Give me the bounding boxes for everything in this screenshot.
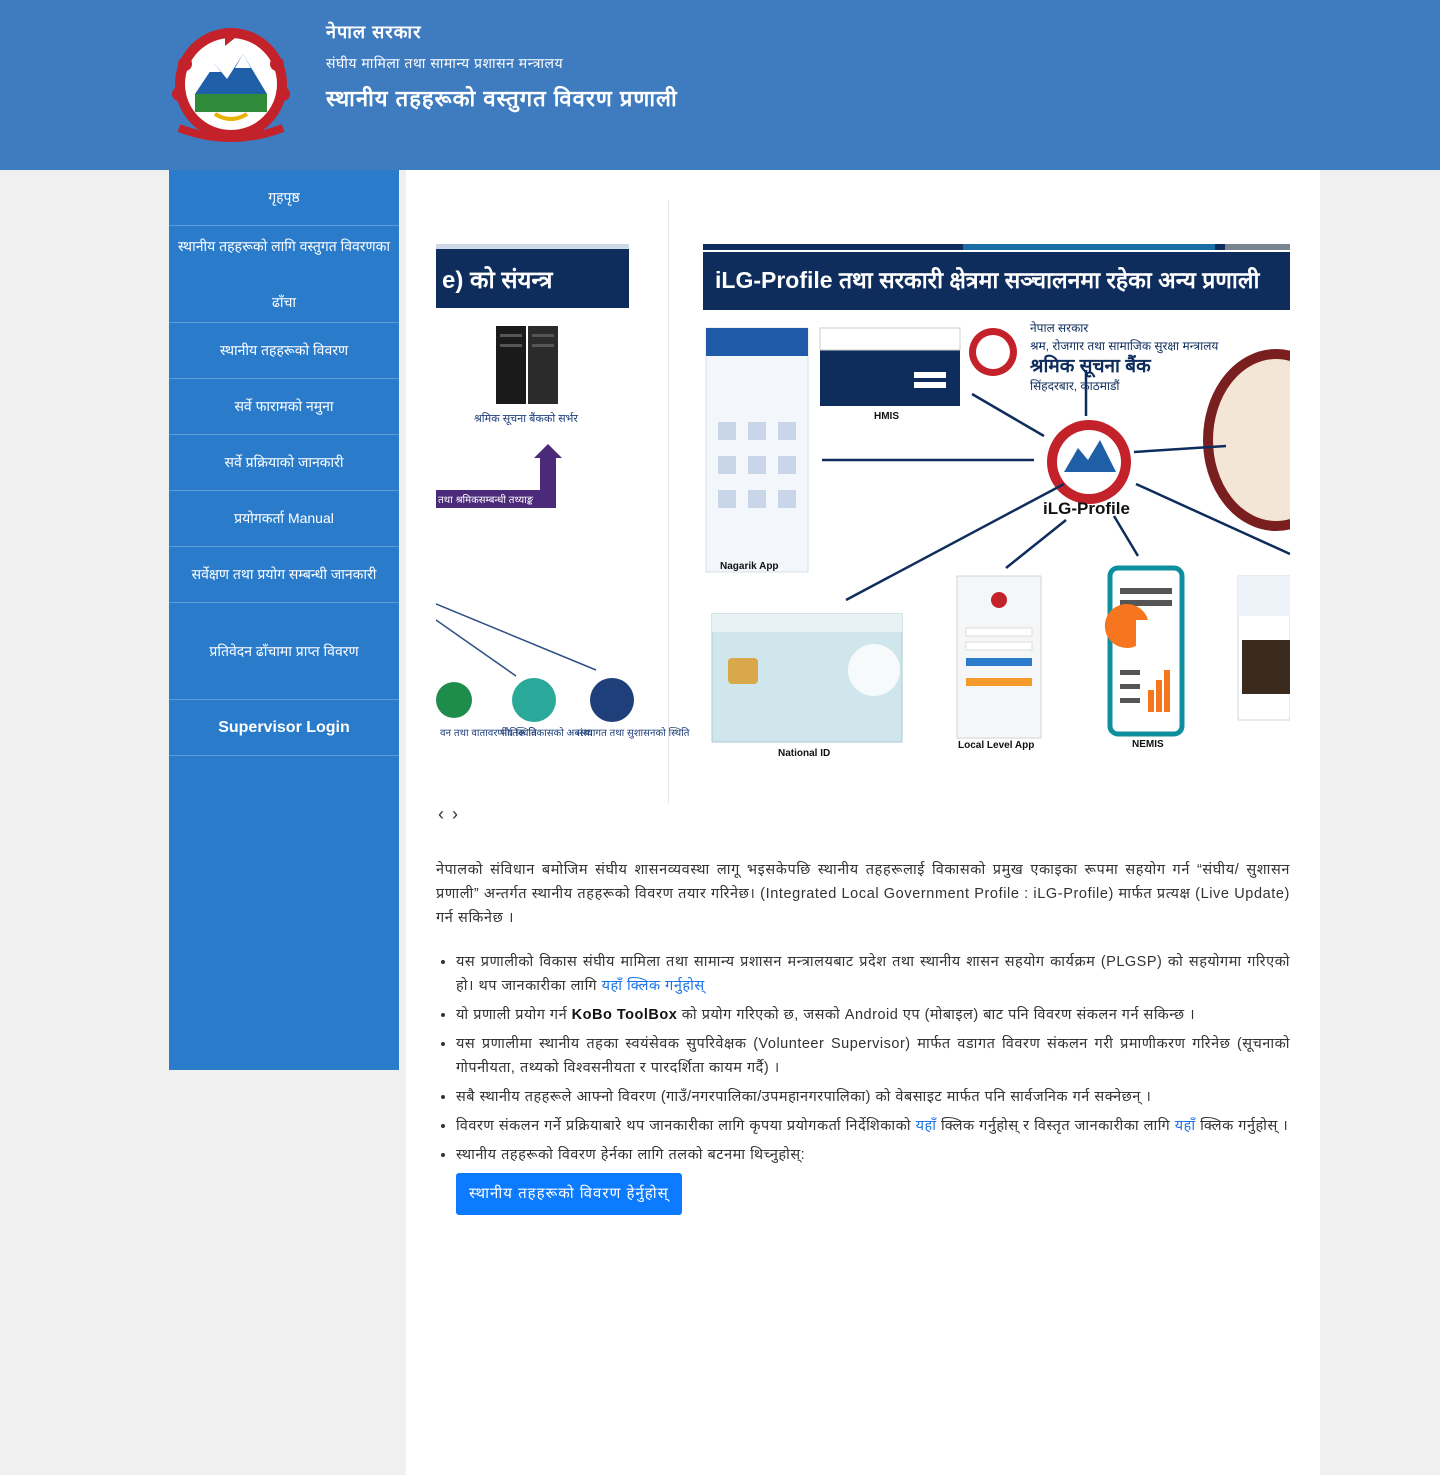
sidebar-item-survey-process[interactable]: सर्वे प्रक्रियाको जानकारी — [169, 435, 399, 491]
sidebar-item-report-details[interactable]: प्रतिवेदन ढाँचामा प्राप्त विवरण — [169, 603, 399, 700]
carousel-prev-icon[interactable]: ‹ — [438, 804, 444, 824]
node-label-nemis: NEMIS — [1132, 739, 1164, 750]
left-slide-server-label: श्रमिक सूचना बैंकको सर्भर — [474, 412, 578, 426]
forest-icon — [436, 682, 472, 718]
list-item: सबै स्थानीय तहहरूले आफ्नो विवरण (गाउँ/नग… — [456, 1085, 1290, 1109]
server-icon — [496, 326, 558, 404]
right-slide-title: iLG-Profile तथा सरकारी क्षेत्रमा सञ्चालन… — [715, 266, 1260, 293]
main-content-panel: e) को संयन्त्र श्रमिक सूचना बैंकको सर्भर… — [406, 170, 1320, 1475]
sidebar-nav: गृहपृष्ठ स्थानीय तहहरूको लागि वस्तुगत वि… — [169, 170, 399, 1070]
bank-line-2: श्रम, रोजगार तथा सामाजिक सुरक्षा मन्त्रा… — [1030, 339, 1219, 354]
list-item: यस प्रणालीको विकास संघीय मामिला तथा सामा… — [456, 950, 1290, 998]
node-label-local-level-app: Local Level App — [958, 740, 1034, 751]
intro-paragraph: नेपालको संविधान बमोजिम संघीय शासनव्यवस्थ… — [436, 862, 1290, 926]
header-ministry-label: संघीय मामिला तथा सामान्य प्रशासन मन्त्रा… — [326, 55, 564, 71]
kobo-toolbox-label: KoBo ToolBox — [571, 1007, 678, 1023]
sidebar-item-survey-form-sample[interactable]: सर्वे फारामको नमुना — [169, 379, 399, 435]
info-bullet-list: यस प्रणालीको विकास संघीय मामिला तथा सामा… — [436, 950, 1290, 1215]
site-header: नेपाल सरकार संघीय मामिला तथा सामान्य प्र… — [0, 0, 1440, 170]
user-guide-link[interactable]: यहाँ — [916, 1118, 937, 1134]
carousel-controls: ‹ › — [438, 804, 466, 825]
sidebar-item-survey-usage-info[interactable]: सर्वेक्षण तथा प्रयोग सम्बन्धी जानकारी — [169, 547, 399, 603]
bank-line-4: सिंहदरबार, काठमाडौं — [1030, 379, 1120, 393]
chip-icon — [728, 658, 758, 684]
sidebar-item-supervisor-login[interactable]: Supervisor Login — [169, 700, 399, 756]
sidebar-item-user-manual[interactable]: प्रयोगकर्ता Manual — [169, 491, 399, 547]
header-government-label: नेपाल सरकार — [326, 22, 422, 42]
left-slide-arrow-label: तथा श्रमिकसम्बन्धी तथ्याङ्क — [438, 494, 534, 506]
image-carousel[interactable]: e) को संयन्त्र श्रमिक सूचना बैंकको सर्भर… — [436, 200, 1290, 804]
slide-divider — [668, 200, 669, 804]
project-info-link[interactable]: यहाँ क्लिक गर्नुहोस् — [602, 978, 705, 994]
people-icon — [590, 678, 634, 722]
center-label: iLG-Profile — [1043, 499, 1130, 518]
left-slide-title: e) को संयन्त्र — [442, 266, 554, 294]
view-local-level-details-button[interactable]: स्थानीय तहहरूको विवरण हेर्नुहोस् — [456, 1173, 682, 1215]
node-label-hmis: HMIS — [874, 411, 899, 422]
left-slide-icon-label-3: संस्थागत तथा सुशासनको स्थिति — [576, 727, 690, 739]
list-item: यो प्रणाली प्रयोग गर्न KoBo ToolBox को प… — [456, 1003, 1290, 1027]
header-system-title: स्थानीय तहहरूको वस्तुगत विवरण प्रणाली — [326, 86, 678, 111]
node-label-national-id: National ID — [778, 748, 830, 759]
intro-content: नेपालको संविधान बमोजिम संघीय शासनव्यवस्थ… — [436, 858, 1290, 1220]
carousel-slides: e) को संयन्त्र श्रमिक सूचना बैंकको सर्भर… — [436, 244, 1290, 759]
bank-line-1: नेपाल सरकार — [1030, 321, 1089, 335]
building-icon — [512, 678, 556, 722]
list-item: यस प्रणालीमा स्थानीय तहका स्वयंसेवक सुपर… — [456, 1032, 1290, 1080]
nepal-emblem-logo — [172, 28, 290, 142]
list-item: विवरण संकलन गर्ने प्रक्रियाबारे थप जानका… — [456, 1114, 1290, 1138]
sidebar-item-profile-formats[interactable]: स्थानीय तहहरूको लागि वस्तुगत विवरणका ढाँ… — [169, 226, 399, 323]
sidebar-item-local-level-details[interactable]: स्थानीय तहहरूको विवरण — [169, 323, 399, 379]
list-item: स्थानीय तहहरूको विवरण हेर्नका लागि तलको … — [456, 1143, 1290, 1215]
bank-line-3: श्रमिक सूचना बैंक — [1030, 354, 1152, 378]
carousel-next-icon[interactable]: › — [452, 804, 458, 824]
detail-info-link[interactable]: यहाँ — [1175, 1118, 1196, 1134]
node-label-nagarik-app: Nagarik App — [720, 561, 779, 572]
